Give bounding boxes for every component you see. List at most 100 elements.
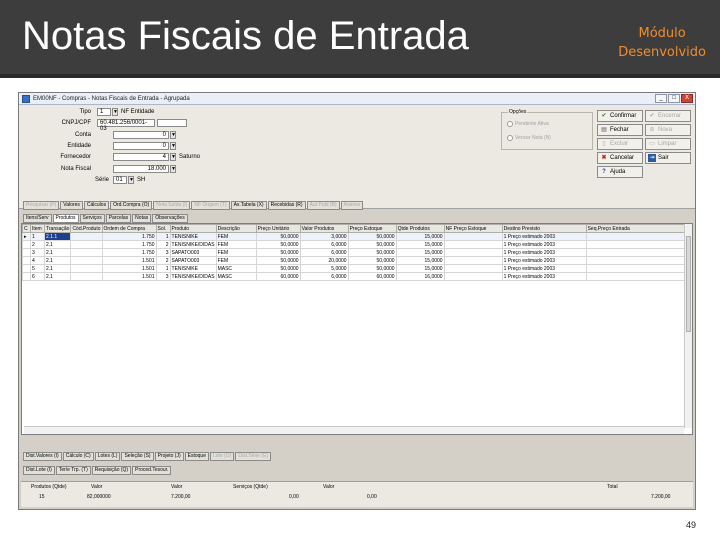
table-cell[interactable] <box>443 248 503 257</box>
subtab-servicos[interactable]: Serviços <box>79 214 105 223</box>
table-cell[interactable]: 50,0000 <box>347 264 397 273</box>
table-cell[interactable]: 15,0000 <box>395 248 445 257</box>
table-cell[interactable]: 5 <box>30 264 45 273</box>
table-cell[interactable]: 5,0000 <box>299 264 349 273</box>
table-row[interactable]: 4 2.1 1.501 2 SAPATO003 FEM 50,0000 20,0000 50,0… <box>22 256 691 265</box>
limpar-button[interactable]: ▭ Limpar <box>645 138 691 150</box>
table-cell[interactable]: 16,0000 <box>395 272 445 281</box>
table-row[interactable]: 2 2.1 1.750 2 TENISNIKE/DIDAS FEM 50,0000 6,000… <box>22 240 691 249</box>
table-cell[interactable]: 60,0000 <box>255 272 301 281</box>
col-header[interactable]: Produto <box>169 224 217 233</box>
serie-field[interactable]: 01 <box>113 176 127 184</box>
tab-nota-saida[interactable]: Nota Saída (I) <box>153 201 191 210</box>
tab-ax-tabela[interactable]: Ax.Tabela (X) <box>230 201 267 210</box>
table-cell[interactable]: 3 <box>585 272 691 281</box>
subtab-itens[interactable]: Itens/Serv <box>23 214 52 223</box>
maximize-button[interactable]: □ <box>668 94 680 103</box>
table-cell[interactable]: ▸ <box>22 232 31 241</box>
subtab-parcelas[interactable]: Parcelas <box>105 214 132 223</box>
col-header[interactable]: Cód.Produto <box>70 224 103 233</box>
table-cell[interactable]: 1 Preço estimado 2003 <box>501 264 587 273</box>
window-titlebar[interactable]: EM00NF - Compras - Notas Fiscais de Entr… <box>19 93 695 105</box>
table-cell[interactable]: FEM <box>215 232 257 241</box>
tab-selecao[interactable]: Seleção (S) <box>121 452 154 461</box>
table-cell[interactable]: 3 <box>585 248 691 257</box>
tab-ord-compra[interactable]: Ord.Compra (O) <box>110 201 153 210</box>
encerrar-button[interactable]: ✔ Encerrar <box>645 110 691 122</box>
cnpj-field[interactable]: 60.481.256/0001-03 <box>97 119 155 132</box>
nova-button[interactable]: ⊘ Nova <box>645 124 691 136</box>
table-cell[interactable]: 50,0000 <box>347 256 397 265</box>
col-header[interactable]: Qtde Produtos <box>395 224 445 233</box>
nota-dropdown[interactable]: ▼ <box>170 165 176 173</box>
table-cell[interactable] <box>22 248 31 257</box>
scroll-thumb[interactable] <box>686 236 691 332</box>
col-header[interactable]: Sol. <box>155 224 171 233</box>
table-cell[interactable]: 1 Preço estimado 2003 <box>501 248 587 257</box>
table-cell[interactable]: TENISNIKE <box>169 264 217 273</box>
table-cell[interactable]: 20,0000 <box>299 256 349 265</box>
nota-field[interactable]: 18.000 <box>113 165 169 173</box>
table-cell[interactable]: 1 Preço estimado 2003 <box>501 256 587 265</box>
table-cell[interactable]: TENISNIKE/DIDAS <box>169 240 217 249</box>
table-cell[interactable]: 6 <box>30 272 45 281</box>
vertical-scrollbar[interactable] <box>684 224 692 428</box>
table-cell[interactable]: MASC <box>215 264 257 273</box>
table-cell[interactable] <box>70 264 103 273</box>
table-cell[interactable]: 15,0000 <box>395 232 445 241</box>
tab-lotes[interactable]: Lotes (L) <box>94 452 121 461</box>
table-cell[interactable] <box>22 264 31 273</box>
table-cell[interactable] <box>70 240 103 249</box>
tab-requisicao[interactable]: Requisição (Q) <box>91 466 132 475</box>
items-grid[interactable]: C Item Transação Cód.Produto Ordem de Co… <box>21 223 693 435</box>
table-cell[interactable]: 1 Preço estimado 2003 <box>501 272 587 281</box>
excluir-button[interactable]: ▯ Excluir <box>597 138 643 150</box>
entidade-field[interactable]: 0 <box>113 142 169 150</box>
table-cell[interactable] <box>70 232 103 241</box>
table-cell[interactable] <box>443 256 503 265</box>
table-cell[interactable] <box>70 256 103 265</box>
table-cell[interactable]: 3 <box>155 272 171 281</box>
col-header[interactable]: Valor Produtos <box>299 224 349 233</box>
table-cell[interactable] <box>22 240 31 249</box>
tab-calculos[interactable]: Cálculos <box>83 201 110 210</box>
table-cell[interactable]: 1 Preço estimado 2003 <box>501 232 587 241</box>
close-button[interactable]: X <box>681 94 693 103</box>
table-cell[interactable]: 6,0000 <box>299 240 349 249</box>
table-cell[interactable] <box>70 248 103 257</box>
table-cell[interactable]: 15,0000 <box>395 264 445 273</box>
col-header[interactable]: Ordem de Compra <box>101 224 157 233</box>
tab-projeto[interactable]: Projeto (J) <box>154 452 184 461</box>
table-cell[interactable]: 3 <box>30 248 45 257</box>
table-cell[interactable] <box>22 256 31 265</box>
table-cell[interactable]: 3 <box>585 264 691 273</box>
table-cell[interactable]: TENISNIKE/DIDAS <box>169 272 217 281</box>
subtab-observacoes[interactable]: Observações <box>152 214 188 223</box>
table-cell[interactable] <box>22 272 31 281</box>
col-header[interactable]: Preço Estoque <box>347 224 397 233</box>
tab-calculo[interactable]: Cálculo (C) <box>62 452 94 461</box>
tipo-dropdown[interactable]: ▼ <box>112 108 118 116</box>
table-cell[interactable]: 50,0000 <box>255 264 301 273</box>
col-header[interactable]: Item <box>30 224 45 233</box>
col-header[interactable]: NF Preço Estoque <box>443 224 503 233</box>
col-header[interactable]: Preço Unitário <box>255 224 301 233</box>
table-cell[interactable]: 1.750 <box>101 232 157 241</box>
table-cell[interactable]: 6,0000 <box>299 272 349 281</box>
col-header[interactable]: Seq.Preço Entrada <box>585 224 691 233</box>
table-cell[interactable]: 50,0000 <box>347 240 397 249</box>
confirmar-button[interactable]: ✔ Confirmar <box>597 110 643 122</box>
table-cell[interactable]: 1 <box>30 232 45 241</box>
fechar-button[interactable]: ▤ Fechar <box>597 124 643 136</box>
table-cell[interactable]: 2 <box>30 240 45 249</box>
tab-valores[interactable]: Valores <box>60 201 83 210</box>
cancelar-button[interactable]: ✖ Cancelar <box>597 152 643 164</box>
table-cell[interactable]: 50,0000 <box>255 232 301 241</box>
fornecedor-dropdown[interactable]: ▼ <box>170 153 176 161</box>
table-cell[interactable] <box>443 240 503 249</box>
fornecedor-field[interactable]: 4 <box>113 153 169 161</box>
table-cell[interactable]: 50,0000 <box>347 248 397 257</box>
tab-lote[interactable]: Lote (O) <box>210 452 235 461</box>
table-row[interactable]: 3 2.1 1.750 3 SAPATO003 FEM 50,0000 6,0000 50,00… <box>22 248 691 257</box>
sair-button[interactable]: ⇥ Sair <box>645 152 691 164</box>
